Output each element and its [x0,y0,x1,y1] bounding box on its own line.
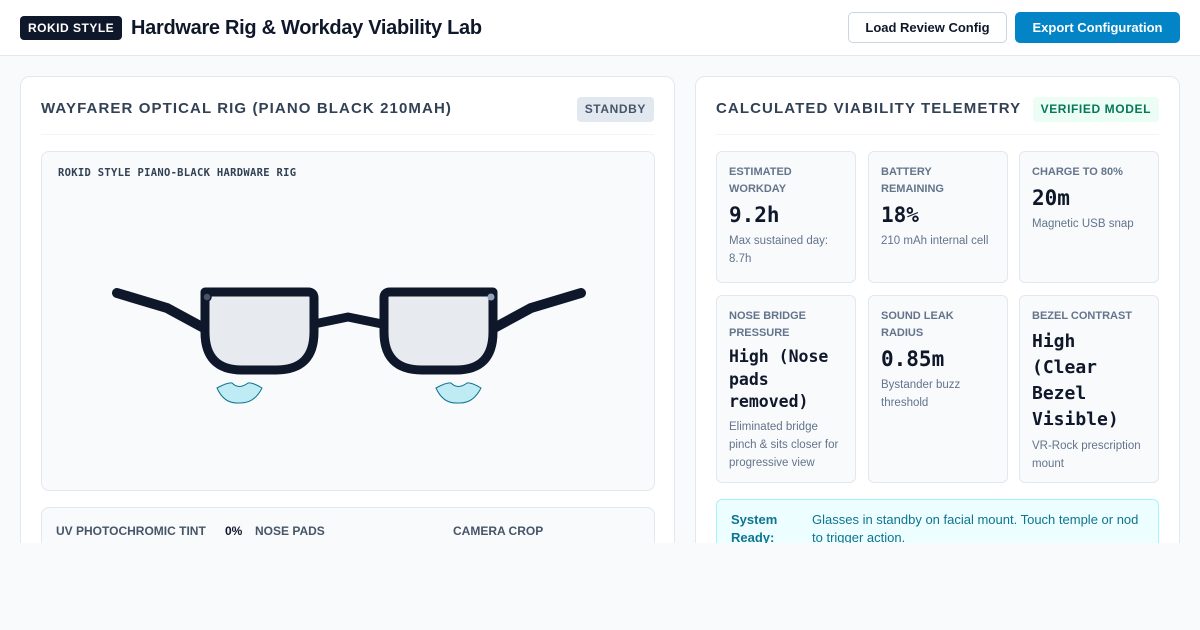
workday-value: 9.2h [729,203,780,227]
sound-leak-value: 0.85m [881,347,945,371]
right-lens [379,287,498,375]
telemetry-panel: CALCULATED VIABILITY TELEMETRY VERIFIED … [695,76,1180,569]
bezel-contrast-note: VR-Rock prescription mount [1032,440,1141,470]
right-temple-arm [491,288,586,332]
load-review-config-button[interactable]: Load Review Config [848,12,1007,43]
rig-preview: ROKID STYLE PIANO-BLACK HARDWARE RIG [41,151,655,491]
left-temple-arm [112,288,207,332]
nose-bridge-card: NOSE BRIDGE PRESSURE High (Nose pads rem… [716,295,856,483]
bezel-contrast-value: High (Clear Bezel Visible) [1032,331,1119,430]
charge-label: CHARGE TO 80% [1032,166,1123,178]
workday-label: ESTIMATED WORKDAY [729,166,792,195]
nose-bridge-note: Eliminated bridge pinch & sits closer fo… [729,420,839,469]
top-bar: ROKID STYLE Hardware Rig & Workday Viabi… [0,0,1200,56]
rig-panel: WAYFARER OPTICAL RIG (PIANO BLACK 210MAH… [20,76,675,567]
telemetry-panel-title: CALCULATED VIABILITY TELEMETRY [716,100,1022,117]
workday-card: ESTIMATED WORKDAY 9.2h Max sustained day… [716,151,856,283]
nose-bridge-label: NOSE BRIDGE PRESSURE [729,310,807,339]
rig-panel-title: WAYFARER OPTICAL RIG (PIANO BLACK 210MAH… [41,100,452,117]
rig-panel-header: WAYFARER OPTICAL RIG (PIANO BLACK 210MAH… [41,77,654,135]
nose-pads-label: NOSE PADS [255,524,325,538]
charge-card: CHARGE TO 80% 20m Magnetic USB snap [1019,151,1159,283]
workday-note: Max sustained day: 8.7h [729,235,829,265]
right-sensor-icon [487,293,495,301]
battery-label: BATTERY REMAINING [881,166,944,195]
battery-card: BATTERY REMAINING 18% 210 mAh internal c… [868,151,1008,283]
telemetry-panel-header: CALCULATED VIABILITY TELEMETRY VERIFIED … [716,77,1159,135]
system-status-label: System Ready: [731,512,778,545]
left-lens [200,287,319,375]
left-nose-pad [216,382,263,404]
system-status-text: Glasses in standby on facial mount. Touc… [812,512,1139,545]
bezel-contrast-label: BEZEL CONTRAST [1032,310,1133,322]
app-title: Hardware Rig & Workday Viability Lab [131,17,482,39]
charge-value: 20m [1032,186,1070,210]
battery-note: 210 mAh internal cell [881,235,989,247]
charge-note: Magnetic USB snap [1032,218,1134,230]
export-configuration-button[interactable]: Export Configuration [1015,12,1180,43]
glasses-illustration [112,287,586,404]
uv-tint-label: UV PHOTOCHROMIC TINT [56,524,206,538]
battery-value: 18% [881,203,919,227]
sound-leak-label: SOUND LEAK RADIUS [881,310,954,339]
brand-badge: ROKID STYLE [20,16,123,40]
camera-crop-label: CAMERA CROP [453,524,544,538]
nose-bridge [313,312,383,329]
standby-status-badge: STANDBY [576,97,654,122]
uv-tint-value[interactable]: 0% [225,524,242,538]
page-bottom-background [0,543,1200,630]
left-camera-icon [202,292,212,302]
verified-model-badge: VERIFIED MODEL [1032,97,1159,122]
sound-leak-note: Bystander buzz threshold [881,379,961,409]
right-nose-pad [435,382,482,404]
nose-bridge-value: High (Nose pads removed) [729,347,829,411]
sound-leak-card: SOUND LEAK RADIUS 0.85m Bystander buzz t… [868,295,1008,483]
bezel-contrast-card: BEZEL CONTRAST High (Clear Bezel Visible… [1019,295,1159,483]
